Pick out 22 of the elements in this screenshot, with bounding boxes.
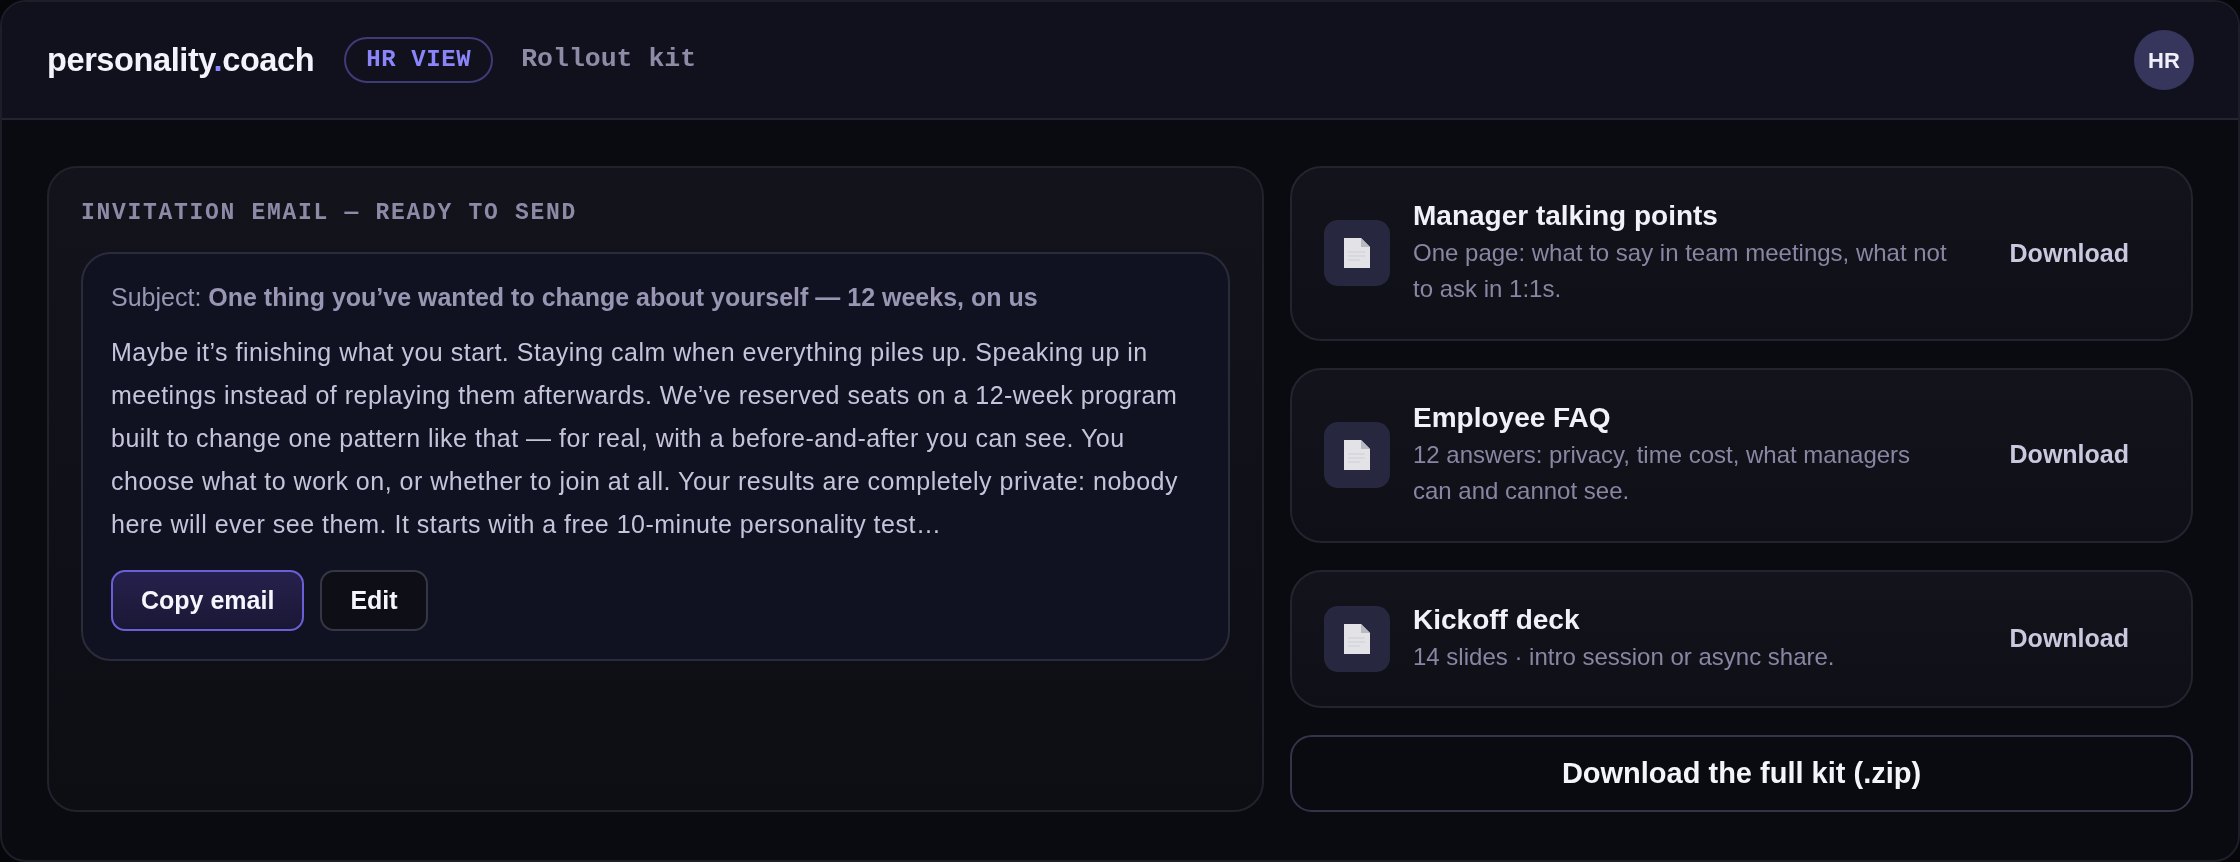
download-button[interactable]: Download — [1987, 428, 2151, 482]
document-icon — [1324, 422, 1390, 489]
download-button[interactable]: Download — [1987, 226, 2151, 281]
document-icon — [1324, 220, 1390, 287]
download-all-button[interactable]: Download the full kit (.zip) — [1290, 735, 2193, 813]
role-badge: HR VIEW — [344, 37, 494, 83]
email-subject: Subject: One thing you’ve wanted to change about yourself — 12 weeks, on us — [111, 282, 1039, 312]
logo: personality.coach — [47, 40, 315, 80]
copy-email-button[interactable]: Copy email — [111, 569, 305, 631]
edit-button[interactable]: Edit — [320, 569, 428, 631]
email-body: Maybe it’s finishing what you start. Staying calm when everything piles up. Speaking up in meetings instead of replaying them afterwards. We’ve reserved seats on a 12-week program built to change one pattern like that — for real, with a before-and-after you can see. You choose what to work on, or whether to join at all. Your results are completely private: nobody here will ever see them. It starts with a free 10-minute personality test… — [111, 337, 1179, 540]
resource-title: Manager talking points — [1413, 199, 1719, 232]
resource-title: Kickoff deck — [1413, 602, 1581, 636]
page-title: Rollout kit — [521, 43, 697, 77]
resource-title: Employee FAQ — [1413, 400, 1612, 434]
user-avatar[interactable]: HR — [2134, 30, 2194, 90]
resource-description: One page: what to say in team meetings, what not to ask in 1:1s. — [1413, 238, 1948, 305]
resource-description: 12 answers: privacy, time cost, what managers can and cannot see. — [1413, 439, 1912, 507]
document-icon — [1324, 605, 1390, 672]
resource-description: 14 slides · intro session or async share. — [1413, 641, 1836, 672]
download-button[interactable]: Download — [1987, 612, 2151, 666]
section-heading: INVITATION EMAIL — READY TO SEND — [81, 199, 579, 228]
